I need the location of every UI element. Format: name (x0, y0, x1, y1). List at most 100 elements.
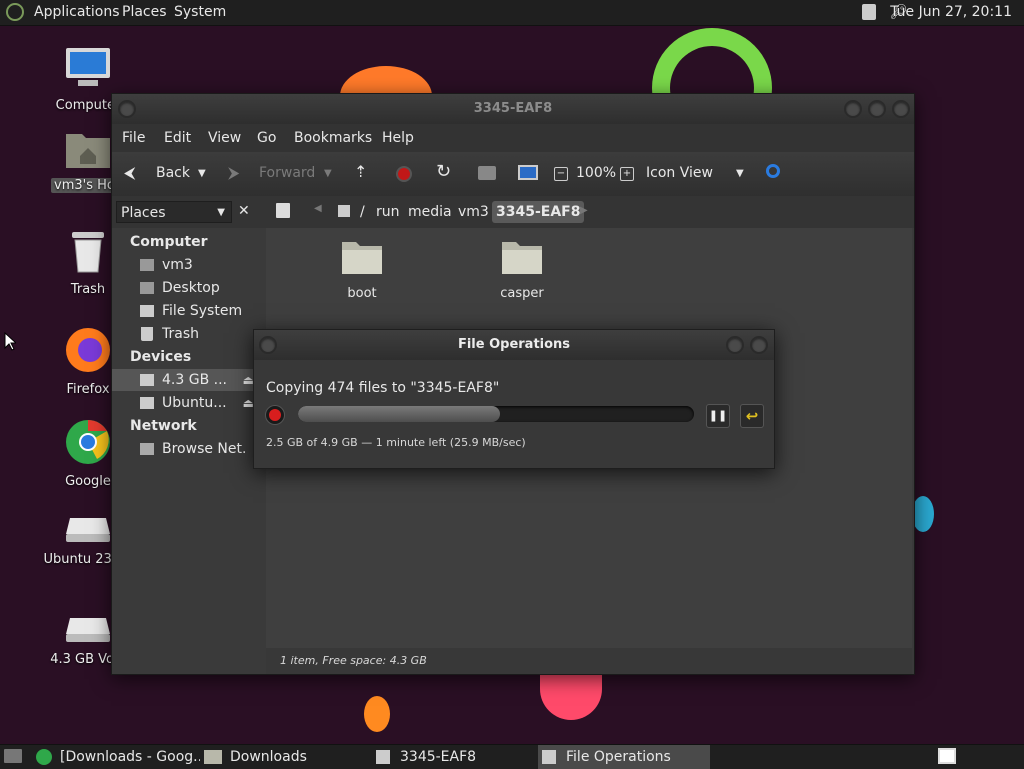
sidebar-item-label: 4.3 GB ... (162, 372, 227, 388)
back-arrow-icon[interactable]: ⮜ (124, 163, 135, 183)
taskbar-item-label: Downloads (230, 749, 307, 765)
sidebar-item-label: Trash (162, 326, 199, 342)
status-bar: 1 item, Free space: 4.3 GB (266, 648, 912, 674)
sidebar-places-combo[interactable]: Places ▼ (116, 201, 232, 223)
workspace-switcher-icon[interactable] (938, 748, 956, 764)
minimize-button[interactable] (844, 100, 862, 118)
places-menu[interactable]: Places (122, 4, 167, 20)
window-title: 3345-EAF8 (473, 101, 553, 116)
taskbar-item-downloads[interactable]: Downloads (204, 745, 364, 769)
chrome-icon (36, 749, 52, 765)
stop-icon[interactable] (396, 166, 412, 182)
sidebar-item-vm3[interactable]: vm3 (112, 254, 258, 276)
bottom-taskbar: [Downloads - Goog... Downloads 3345-EAF8… (0, 744, 1024, 769)
search-icon[interactable] (766, 164, 780, 178)
sidebar-item-trash[interactable]: Trash (112, 323, 258, 345)
zoom-in-icon[interactable]: + (620, 167, 634, 181)
home-icon[interactable] (478, 166, 496, 180)
undo-button[interactable]: ↩ (740, 404, 764, 428)
menu-file[interactable]: File (122, 130, 145, 146)
folder-item-boot[interactable]: boot (312, 238, 412, 301)
computer-icon[interactable] (518, 165, 538, 180)
pause-button[interactable]: ❚❚ (706, 404, 730, 428)
taskbar-item-chrome[interactable]: [Downloads - Goog... (36, 745, 200, 769)
sidebar: Computer vm3 Desktop File System Trash D… (112, 228, 262, 674)
system-menu[interactable]: System (174, 4, 226, 20)
dialog-title: File Operations (457, 337, 571, 352)
clock[interactable]: Tue Jun 27, 20:11 (890, 4, 1012, 20)
drive-icon (338, 205, 350, 217)
forward-button[interactable]: Forward (259, 165, 315, 181)
back-history-dropdown-icon[interactable]: ▼ (198, 168, 206, 179)
forward-arrow-icon[interactable]: ⮞ (228, 163, 240, 183)
sidebar-item-ubuntu[interactable]: Ubuntu... ⏏ (112, 392, 258, 414)
breadcrumb-media[interactable]: media (404, 201, 456, 223)
network-icon (140, 443, 154, 455)
sidebar-item-label: Desktop (162, 280, 220, 296)
sidebar-header-network: Network (130, 418, 197, 434)
dialog-titlebar[interactable]: File Operations (254, 330, 774, 360)
forward-history-dropdown-icon[interactable]: ▼ (324, 168, 332, 179)
sidebar-item-volume[interactable]: 4.3 GB ... ⏏ (112, 369, 258, 391)
progress-fill (298, 406, 500, 422)
window-menu-button[interactable] (118, 100, 136, 118)
breadcrumb-run[interactable]: run (372, 201, 404, 223)
taskbar-item-file-operations[interactable]: File Operations (538, 745, 710, 769)
close-sidebar-icon[interactable]: ✕ (238, 203, 250, 219)
maximize-button[interactable] (868, 100, 886, 118)
drive-icon (140, 397, 154, 409)
menu-go[interactable]: Go (257, 130, 276, 146)
reload-icon[interactable]: ↻ (436, 161, 451, 182)
up-arrow-icon[interactable]: ⇡ (354, 162, 367, 181)
firefox-icon (66, 328, 110, 372)
breadcrumb-current[interactable]: 3345-EAF8 (492, 201, 585, 223)
taskbar-item-label: File Operations (566, 749, 671, 765)
sidebar-header-devices: Devices (130, 349, 192, 365)
folder-icon (204, 750, 222, 764)
copy-progress-detail: 2.5 GB of 4.9 GB — 1 minute left (25.9 M… (266, 436, 526, 449)
distro-logo-icon[interactable] (6, 3, 24, 21)
cancel-copy-stop-icon[interactable] (266, 406, 284, 424)
places-combo-label: Places (121, 205, 166, 221)
sidebar-item-filesystem[interactable]: File System (112, 300, 258, 322)
copy-message: Copying 474 files to "3345-EAF8" (266, 380, 500, 396)
view-mode-dropdown-icon[interactable]: ▼ (736, 168, 744, 179)
crumb-right-arrow-icon[interactable]: ▶ (580, 205, 588, 216)
clipboard-icon[interactable] (862, 4, 876, 20)
view-mode-select[interactable]: Icon View (646, 165, 713, 181)
drive-icon (140, 374, 154, 386)
menu-view[interactable]: View (208, 130, 241, 146)
folder-item-casper[interactable]: casper (472, 238, 572, 301)
back-button[interactable]: Back (156, 165, 190, 181)
mouse-cursor-icon (4, 332, 16, 351)
taskbar-item-3345[interactable]: 3345-EAF8 (372, 745, 536, 769)
menu-bookmarks[interactable]: Bookmarks (294, 130, 372, 146)
folder-label: casper (500, 286, 544, 301)
close-button[interactable] (750, 336, 768, 354)
desktop-folder-icon (140, 282, 154, 294)
wallpaper-orange-dot (364, 696, 390, 732)
show-desktop-icon[interactable] (4, 749, 22, 763)
breadcrumb-root[interactable]: / (356, 201, 369, 223)
zoom-out-icon[interactable]: − (554, 167, 568, 181)
edit-location-icon[interactable] (276, 203, 290, 218)
minimize-button[interactable] (726, 336, 744, 354)
toolbar: ⮜ Back ▼ ⮞ Forward ▼ ⇡ ↻ − 100% + Icon V… (112, 152, 914, 196)
window-menu-button[interactable] (259, 336, 277, 354)
sidebar-item-desktop[interactable]: Desktop (112, 277, 258, 299)
trash-icon (72, 232, 104, 273)
folder-icon (342, 242, 382, 274)
menu-edit[interactable]: Edit (164, 130, 191, 146)
top-panel: Applications Places System 🔑︎ Tue Jun 27… (0, 0, 1024, 26)
menubar: File Edit View Go Bookmarks Help (112, 124, 914, 152)
close-button[interactable] (892, 100, 910, 118)
folder-icon (502, 242, 542, 274)
chevron-down-icon: ▼ (217, 207, 225, 218)
breadcrumb-vm3[interactable]: vm3 (454, 201, 493, 223)
crumb-left-arrow-icon[interactable]: ◀ (314, 203, 322, 214)
window-titlebar[interactable]: 3345-EAF8 (112, 94, 914, 124)
drive-icon (66, 518, 110, 542)
sidebar-item-browse-network[interactable]: Browse Net... (112, 438, 258, 460)
menu-help[interactable]: Help (382, 130, 414, 146)
applications-menu[interactable]: Applications (34, 4, 120, 20)
